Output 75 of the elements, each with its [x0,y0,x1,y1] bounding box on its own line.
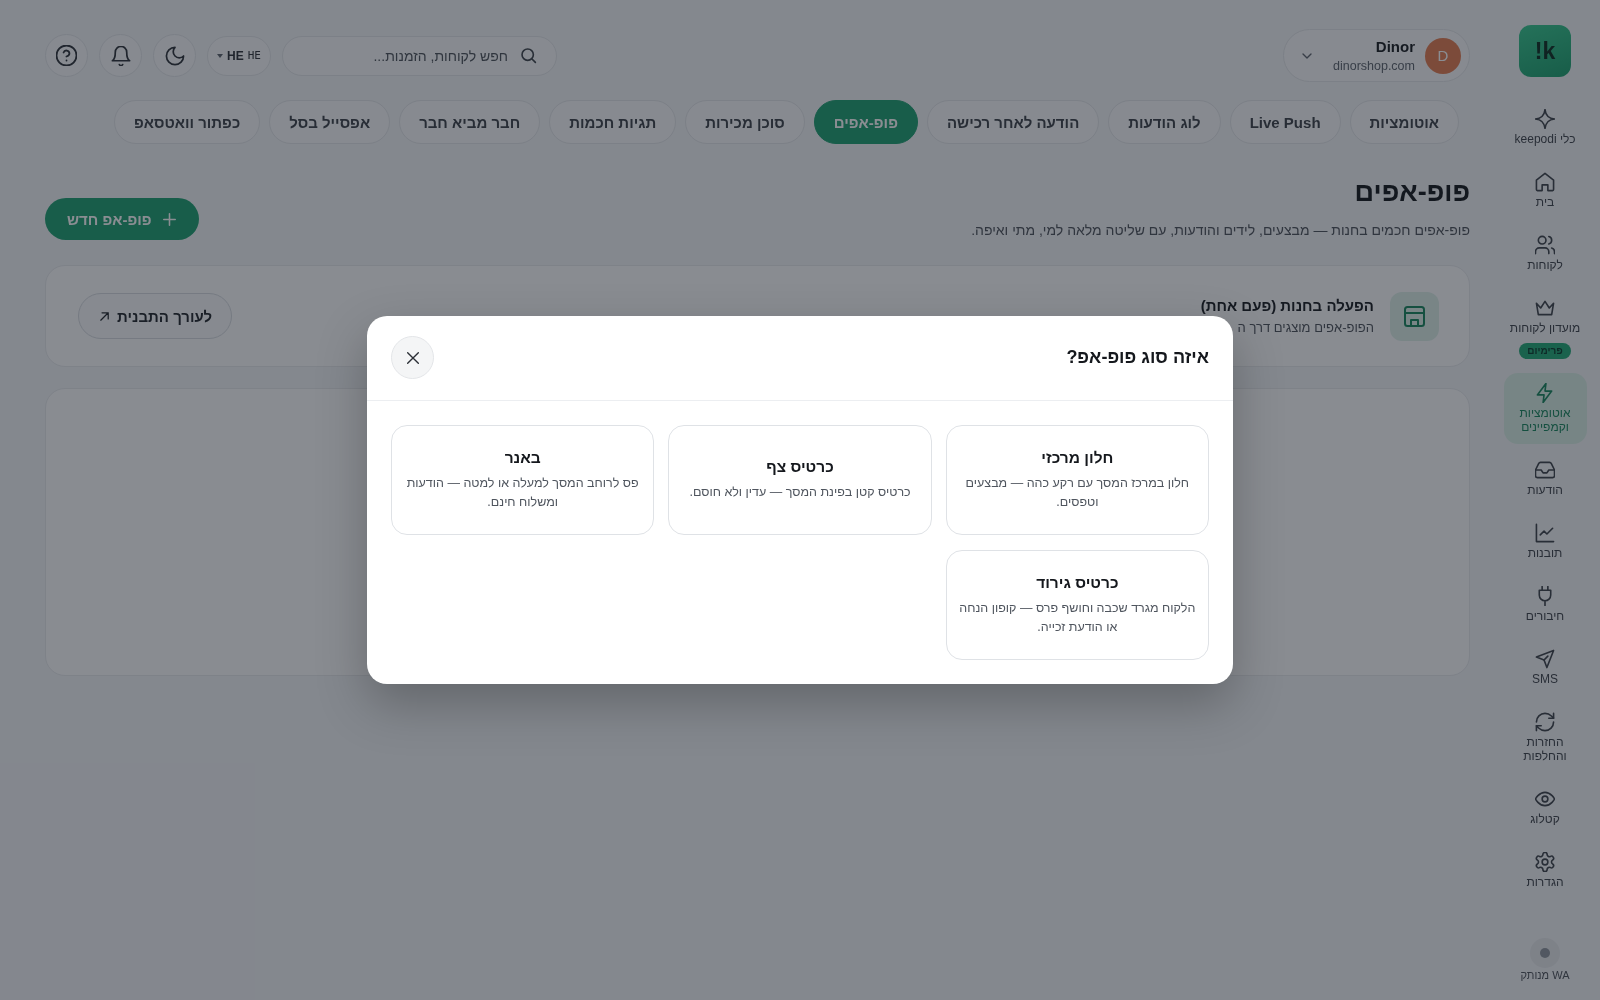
store-icon [1390,291,1439,341]
tab[interactable]: פופ-אפים [813,100,918,144]
moon-icon [164,45,185,66]
settings-icon [1535,852,1555,872]
sidebar-item[interactable]: החזרות והחלפות [1503,702,1587,773]
sidebar-item[interactable]: חיבורים [1503,576,1587,633]
help-icon [56,45,77,66]
users-icon [1535,235,1555,255]
popup-type-card[interactable]: באנר פס לרוחב המסך למעלה או למטה — הודעות ומשלוח חינם. [391,425,655,535]
search-field[interactable]: חפש לקוחות, הזמנות... [282,35,557,76]
tab[interactable]: הודעה לאחר רכישה [926,100,1100,144]
store-domain: dinorshop.com [1333,57,1415,74]
send-icon [1535,649,1555,669]
help-button[interactable] [45,34,88,77]
card-description: פס לרוחב המסך למעלה או למטה — הודעות ומשלוח חינם. [405,474,640,511]
tab[interactable]: אוטומציות [1349,100,1459,144]
tab[interactable]: תגיות חכמות [549,100,677,144]
sidebar-item[interactable]: קטלוג [1503,779,1587,836]
tab[interactable]: Live Push [1229,100,1341,144]
lightning-icon [1535,383,1555,403]
card-title: באנר [504,448,541,467]
close-button[interactable] [391,336,434,379]
crown-icon [1535,298,1555,318]
theme-toggle-button[interactable] [153,34,196,77]
plus-icon [161,211,177,227]
plan-badge: פרימיום [1519,343,1571,359]
notifications-button[interactable] [99,34,142,77]
card-title: כרטיס צף [766,458,834,476]
line-chart-icon [1535,523,1555,543]
sidebar-item[interactable]: SMS [1503,639,1587,696]
user-name: Dinor [1375,37,1415,56]
tab[interactable]: לוג הודעות [1108,100,1221,144]
sidebar-item[interactable]: מועדון לקוחות [1503,288,1587,345]
plug-icon [1535,586,1555,606]
sidebar-item[interactable]: כלי keepodi [1503,99,1587,156]
card-description: חלון במרכז המסך עם רקע כהה — מבצעים וטפסים. [964,474,1191,511]
tab[interactable]: כפתור וואטסאפ [113,100,261,144]
sparkle-icon [1535,109,1555,129]
sidebar-item[interactable]: בית [1503,162,1587,219]
sidebar-item[interactable]: הגדרות [1503,842,1587,899]
sidebar-item[interactable]: הודעות [1503,450,1587,507]
card-description: כרטיס קטן בפינת המסך — עדין ולא חוסם. [689,484,911,501]
template-editor-button[interactable]: לעורך התבנית [78,293,233,339]
sidebar-item[interactable]: אוטומציות וקמפיינים [1503,373,1587,444]
account-switcher[interactable]: D Dinor dinorshop.com [1283,29,1470,82]
card-title: הפעלה בחנות (פעם אחת) [1200,297,1374,314]
bell-icon [110,45,131,66]
tab[interactable]: סוכן מכירות [685,100,805,144]
card-subtitle: הפופ-אפים מוצגים דרך ה [1236,320,1374,335]
user-avatar: D [1425,37,1461,74]
new-popup-button[interactable]: פופ-אפ חדש [45,198,199,240]
caret-icon [217,53,224,58]
popup-type-card[interactable]: חלון מרכזי חלון במרכז המסך עם רקע כהה — מבצעים וטפסים. [945,425,1209,535]
sidebar-item[interactable]: תובנות [1503,513,1587,570]
popup-type-card[interactable]: כרטיס גירוד הלקוח מגרד שכבה וחושף פרס — קופון הנחה או הודעת זכייה. [945,550,1209,660]
tab[interactable]: אפסייל בסל [269,100,391,144]
app-logo[interactable]: !k [1519,25,1571,77]
card-description: הלקוח מגרד שכבה וחושף פרס — קופון הנחה או הודעת זכייה. [958,599,1197,636]
language-button[interactable]: HE HE [207,35,271,76]
arrow-up-right-icon [98,309,111,323]
close-icon [404,349,421,366]
card-title: חלון מרכזי [1041,448,1114,467]
page-title: פופ-אפים [1353,176,1470,208]
refresh-icon [1535,712,1555,732]
page-subtitle: פופ-אפים חכמים בחנות — מבצעים, לידים והודעות, עם שליטה מלאה למי, מתי ואיפה. [971,221,1470,240]
popup-type-card[interactable]: כרטיס צף כרטיס קטן בפינת המסך — עדין ולא חוסם. [668,425,932,535]
search-icon [520,47,537,64]
modal-title: איזה סוג פופ-אפ? [1066,347,1209,368]
sidebar-item[interactable]: לקוחות [1503,225,1587,282]
card-title: כרטיס גירוד [1036,573,1119,592]
inbox-icon [1535,460,1555,480]
connection-status: WA מנותק [1520,968,1570,982]
home-icon [1535,172,1555,192]
eye-icon [1535,789,1555,809]
tab[interactable]: חבר מביא חבר [399,100,541,144]
